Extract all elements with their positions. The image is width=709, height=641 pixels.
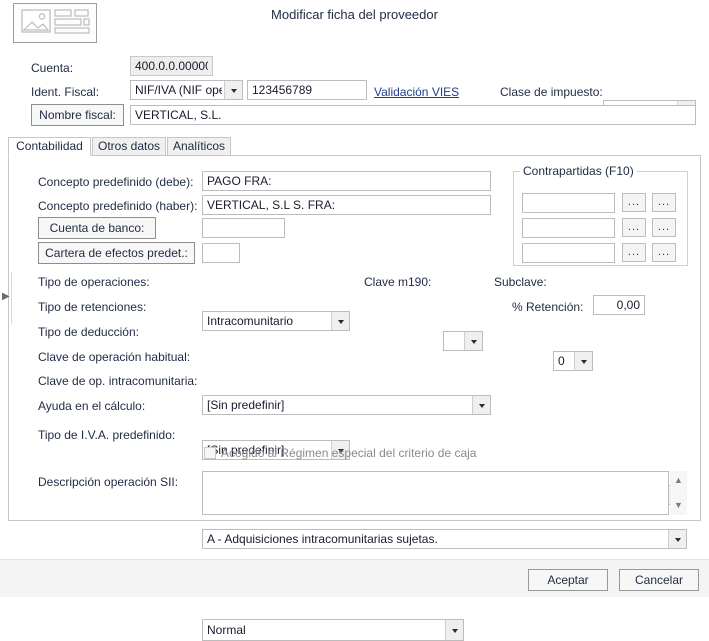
label-clave-op-intracomunitaria: Clave de op. intracomunitaria: bbox=[38, 374, 198, 388]
clave-m190-combo[interactable] bbox=[443, 331, 483, 351]
tipo-operaciones-value: Intracomunitario bbox=[207, 314, 294, 328]
tab-strip: Contabilidad Otros datos Analíticos bbox=[8, 137, 701, 156]
dialog-footer: Aceptar Cancelar bbox=[0, 559, 709, 597]
clave-op-intracomunitaria-value: A - Adquisiciones intracomunitarias suje… bbox=[207, 532, 438, 546]
label-clase-impuesto: Clase de impuesto: bbox=[500, 85, 603, 99]
concepto-haber-field[interactable] bbox=[202, 195, 491, 215]
label-tipo-deduccion: Tipo de deducción: bbox=[38, 325, 139, 339]
chevron-down-icon[interactable] bbox=[668, 530, 686, 548]
tab-analiticos[interactable]: Analíticos bbox=[167, 137, 231, 156]
contrapartida-browse-2b[interactable]: ... bbox=[652, 218, 676, 237]
label-tipo-retenciones: Tipo de retenciones: bbox=[38, 300, 147, 314]
contrapartida-browse-3a[interactable]: ... bbox=[622, 243, 646, 262]
dialog-header: Modificar ficha del proveedor bbox=[0, 0, 709, 46]
chevron-down-icon[interactable] bbox=[574, 352, 592, 370]
tipo-iva-value: Normal bbox=[207, 623, 246, 637]
nombre-fiscal-field[interactable] bbox=[130, 105, 696, 125]
accept-button[interactable]: Aceptar bbox=[528, 569, 608, 591]
ident-fiscal-type-combo[interactable]: NIF/IVA (NIF oper bbox=[130, 80, 243, 100]
scroll-down-icon[interactable]: ▼ bbox=[670, 498, 687, 512]
panel-divider bbox=[11, 272, 12, 324]
label-ayuda-calculo: Ayuda en el cálculo: bbox=[38, 399, 146, 413]
chevron-down-icon[interactable] bbox=[464, 332, 482, 350]
label-subclave: Subclave: bbox=[494, 275, 547, 289]
descripcion-sii-wrapper: ▲ ▼ bbox=[202, 471, 687, 515]
label-concepto-debe: Concepto predefinido (debe): bbox=[38, 175, 194, 189]
label-tipo-iva: Tipo de I.V.A. predefinido: bbox=[38, 428, 176, 442]
validacion-vies-link[interactable]: Validación VIES bbox=[374, 85, 459, 99]
tipo-retenciones-value: [Sin predefinir] bbox=[207, 398, 285, 412]
contrapartida-browse-2a[interactable]: ... bbox=[622, 218, 646, 237]
cuenta-banco-button[interactable]: Cuenta de banco: bbox=[38, 217, 156, 239]
label-descripcion-sii: Descripción operación SII: bbox=[38, 475, 179, 489]
descripcion-sii-textarea[interactable] bbox=[202, 471, 669, 515]
ident-fiscal-number-field[interactable] bbox=[247, 80, 367, 100]
contrapartida-browse-1b[interactable]: ... bbox=[652, 193, 676, 212]
tipo-operaciones-combo[interactable]: Intracomunitario bbox=[202, 311, 350, 331]
cuenta-field[interactable] bbox=[130, 56, 213, 76]
chevron-down-icon[interactable] bbox=[331, 312, 349, 330]
cuenta-banco-field[interactable] bbox=[202, 218, 285, 238]
criterio-caja-label: Acogido al Régimen especial del criterio… bbox=[221, 446, 477, 460]
label-ident-fiscal: Ident. Fiscal: bbox=[31, 85, 100, 99]
criterio-caja-checkbox[interactable] bbox=[204, 447, 216, 459]
tab-otros-datos[interactable]: Otros datos bbox=[92, 137, 166, 156]
ident-fiscal-type-value: NIF/IVA (NIF oper bbox=[135, 83, 222, 97]
label-cuenta: Cuenta: bbox=[31, 61, 74, 75]
cartera-efectos-field[interactable] bbox=[202, 243, 240, 263]
page-title: Modificar ficha del proveedor bbox=[271, 7, 438, 22]
clave-op-intracomunitaria-combo[interactable]: A - Adquisiciones intracomunitarias suje… bbox=[202, 529, 687, 549]
label-concepto-haber: Concepto predefinido (haber): bbox=[38, 199, 198, 213]
label-clave-op-habitual: Clave de operación habitual: bbox=[38, 350, 191, 364]
scroll-up-icon[interactable]: ▲ bbox=[670, 473, 687, 487]
contrapartida-field-3[interactable] bbox=[522, 243, 615, 263]
contrapartida-field-2[interactable] bbox=[522, 218, 615, 238]
tab-contabilidad[interactable]: Contabilidad bbox=[8, 137, 91, 156]
nombre-fiscal-button[interactable]: Nombre fiscal: bbox=[31, 104, 124, 126]
tipo-iva-combo[interactable]: Normal bbox=[202, 619, 464, 641]
label-clave-m190: Clave m190: bbox=[364, 275, 432, 289]
pct-retencion-field[interactable] bbox=[593, 295, 645, 315]
cartera-efectos-button[interactable]: Cartera de efectos predet.: bbox=[38, 242, 195, 264]
chevron-down-icon[interactable] bbox=[445, 620, 463, 640]
label-pct-retencion: % Retención: bbox=[512, 300, 584, 314]
label-tipo-operaciones: Tipo de operaciones: bbox=[38, 275, 150, 289]
contrapartidas-legend: Contrapartidas (F10) bbox=[520, 164, 637, 178]
concepto-debe-field[interactable] bbox=[202, 171, 491, 191]
chevron-down-icon[interactable] bbox=[224, 81, 242, 99]
tipo-retenciones-combo[interactable]: [Sin predefinir] bbox=[202, 395, 491, 415]
subclave-value: 0 bbox=[558, 354, 565, 368]
subclave-combo[interactable]: 0 bbox=[553, 351, 593, 371]
descripcion-sii-scrollbar[interactable]: ▲ ▼ bbox=[670, 471, 687, 515]
contrapartida-browse-3b[interactable]: ... bbox=[652, 243, 676, 262]
contrapartida-browse-1a[interactable]: ... bbox=[622, 193, 646, 212]
chevron-down-icon[interactable] bbox=[472, 396, 490, 414]
contrapartida-field-1[interactable] bbox=[522, 193, 615, 213]
cancel-button[interactable]: Cancelar bbox=[619, 569, 699, 591]
expand-panel-arrow-icon[interactable]: ▶ bbox=[2, 291, 11, 303]
